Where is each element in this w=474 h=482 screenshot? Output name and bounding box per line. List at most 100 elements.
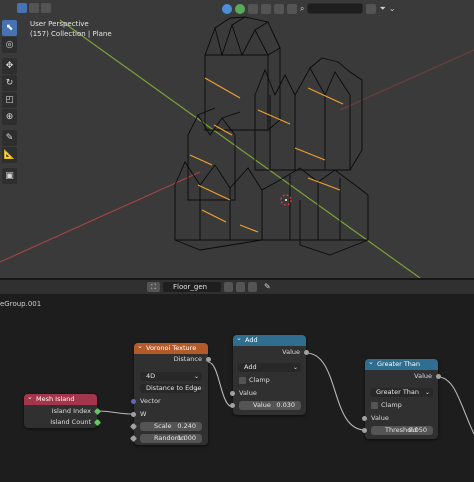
w-socket[interactable] bbox=[131, 412, 136, 417]
material-shading-icon[interactable] bbox=[274, 3, 284, 14]
tool-shelf: ⬉ ◎ ✥ ↻ ◰ ⊕ ✎ 📐 ▣ bbox=[2, 20, 17, 184]
link-add-to-greater bbox=[305, 352, 366, 431]
value-input-label: Value bbox=[239, 389, 257, 397]
view-options-icon[interactable] bbox=[366, 3, 377, 14]
node-editor-header: ⛶ Floor_gen ✎ bbox=[0, 280, 474, 294]
nodegroup-selector[interactable]: Floor_gen bbox=[163, 282, 221, 292]
fake-user-icon[interactable] bbox=[224, 282, 233, 292]
gizmo-icon[interactable] bbox=[235, 3, 245, 14]
operation-dropdown[interactable]: Add ⌄ bbox=[238, 363, 301, 372]
wireframe-shading-icon[interactable] bbox=[248, 3, 258, 14]
clamp-label: Clamp bbox=[249, 376, 270, 384]
search-input[interactable] bbox=[307, 3, 364, 14]
3d-cursor[interactable] bbox=[280, 194, 292, 206]
mesh-island-node[interactable]: Mesh Island Island Index Island Count bbox=[24, 392, 102, 428]
value-output-socket[interactable] bbox=[304, 350, 309, 355]
x-axis-line bbox=[0, 171, 201, 263]
vertex-select-icon[interactable] bbox=[17, 3, 27, 13]
viewport-header-right: ⌕ ⏷ ⌄ bbox=[222, 3, 396, 14]
dimensions-dropdown[interactable]: 4D ⌄ bbox=[140, 372, 202, 381]
face-select-icon[interactable] bbox=[41, 3, 51, 13]
chevron-down-icon: ⌄ bbox=[424, 389, 430, 396]
threshold-field[interactable]: Threshold 0.050 bbox=[371, 426, 433, 435]
measure-icon[interactable]: 📐 bbox=[2, 147, 17, 163]
operation-value: Greater Than bbox=[376, 388, 420, 396]
chevron-down-icon: ⌄ bbox=[193, 373, 199, 380]
node-title[interactable]: Mesh Island bbox=[24, 392, 97, 405]
chevron-down-icon: ⌄ bbox=[292, 364, 298, 371]
scale-icon[interactable]: ◰ bbox=[2, 92, 17, 108]
chevron-down-icon[interactable]: ⌄ bbox=[389, 4, 396, 14]
collection-label: (157) Collection | Plane bbox=[30, 30, 112, 38]
node-title[interactable]: Greater Than bbox=[365, 357, 438, 370]
select-box-icon[interactable]: ⬉ bbox=[2, 20, 17, 36]
value-field-value: 0.030 bbox=[276, 401, 295, 409]
island-index-socket[interactable] bbox=[93, 407, 102, 416]
viewport-info: User Perspective (157) Collection | Plan… bbox=[30, 19, 112, 39]
overlay-icon[interactable] bbox=[222, 3, 232, 14]
search-icon: ⌕ bbox=[300, 3, 305, 13]
value-field[interactable]: Value 0.030 bbox=[239, 401, 301, 410]
scale-field[interactable]: Scale 0.240 bbox=[140, 422, 202, 431]
node-title[interactable]: Voronoi Texture bbox=[134, 341, 208, 354]
value-input-socket[interactable] bbox=[362, 416, 367, 421]
node-editor-canvas[interactable]: eGroup.001 Mesh Island Island Index Isla… bbox=[0, 294, 474, 482]
value-input-label: Value bbox=[371, 414, 389, 422]
link-index-to-w bbox=[97, 410, 133, 415]
blender-window: ⌕ ⏷ ⌄ User Perspective (157) Collection … bbox=[0, 0, 474, 482]
viewport-scene[interactable] bbox=[0, 0, 474, 278]
rotate-icon[interactable]: ↻ bbox=[2, 75, 17, 91]
randomness-value: 1.000 bbox=[177, 434, 196, 442]
unlink-icon[interactable] bbox=[248, 282, 257, 292]
rendered-shading-icon[interactable] bbox=[287, 3, 297, 14]
w-input-label: W bbox=[140, 410, 147, 418]
value-output-socket[interactable] bbox=[436, 374, 441, 379]
dimensions-value: 4D bbox=[146, 372, 156, 380]
selected-edges bbox=[189, 77, 344, 233]
greater-than-node[interactable]: Greater Than Value Greater Than ⌄ Clamp … bbox=[362, 357, 441, 439]
vector-input-label: Vector bbox=[140, 397, 161, 405]
threshold-value: 0.050 bbox=[408, 426, 427, 434]
3d-viewport[interactable]: ⌕ ⏷ ⌄ User Perspective (157) Collection … bbox=[0, 0, 474, 278]
value-output: Value bbox=[414, 372, 432, 380]
duplicate-icon[interactable] bbox=[236, 282, 245, 292]
annotate-icon[interactable]: ✎ bbox=[2, 130, 17, 146]
node-title[interactable]: Add bbox=[233, 333, 306, 346]
vector-socket[interactable] bbox=[131, 399, 136, 404]
scale-value: 0.240 bbox=[177, 422, 196, 430]
feature-dropdown[interactable]: Distance to Edge ⌄ bbox=[140, 384, 202, 393]
distance-socket[interactable] bbox=[206, 357, 211, 362]
solid-shading-icon[interactable] bbox=[261, 3, 271, 14]
threshold-socket[interactable] bbox=[362, 428, 367, 433]
select-mode-buttons bbox=[17, 3, 51, 13]
move-icon[interactable]: ✥ bbox=[2, 58, 17, 74]
add-cube-icon[interactable]: ▣ bbox=[2, 168, 17, 184]
clamp-checkbox[interactable] bbox=[239, 377, 246, 384]
view-mode-label: User Perspective bbox=[30, 20, 89, 28]
operation-value: Add bbox=[244, 363, 257, 371]
link-distance-to-add bbox=[207, 361, 234, 408]
add-math-node[interactable]: Add Value Add ⌄ Clamp Value Value 0.030 bbox=[230, 333, 309, 415]
transform-icon[interactable]: ⊕ bbox=[2, 109, 17, 125]
scale-socket[interactable] bbox=[129, 422, 138, 431]
cursor-icon[interactable]: ◎ bbox=[2, 37, 17, 53]
pin-icon[interactable]: ✎ bbox=[264, 282, 271, 292]
clamp-checkbox[interactable] bbox=[371, 402, 378, 409]
clamp-label: Clamp bbox=[381, 401, 402, 409]
value-output: Value bbox=[282, 348, 300, 356]
chevron-down-icon: ⌄ bbox=[193, 385, 199, 392]
operation-dropdown[interactable]: Greater Than ⌄ bbox=[370, 388, 433, 397]
randomness-field[interactable]: Randomn 1.000 bbox=[140, 434, 202, 443]
nodetree-icon[interactable]: ⛶ bbox=[147, 282, 160, 292]
value-input-socket[interactable] bbox=[230, 391, 235, 396]
island-count-socket[interactable] bbox=[93, 418, 102, 427]
link-greater-out bbox=[437, 376, 474, 435]
voronoi-texture-node[interactable]: Voronoi Texture Distance 4D ⌄ Distance t… bbox=[129, 341, 211, 445]
edge-select-icon[interactable] bbox=[29, 3, 39, 13]
x-axis-line-right bbox=[339, 49, 474, 111]
distance-output: Distance bbox=[173, 355, 202, 363]
value2-input-socket[interactable] bbox=[230, 403, 235, 408]
randomness-socket[interactable] bbox=[129, 434, 138, 443]
funnel-icon[interactable]: ⏷ bbox=[379, 4, 385, 14]
breadcrumb: eGroup.001 bbox=[0, 300, 42, 308]
